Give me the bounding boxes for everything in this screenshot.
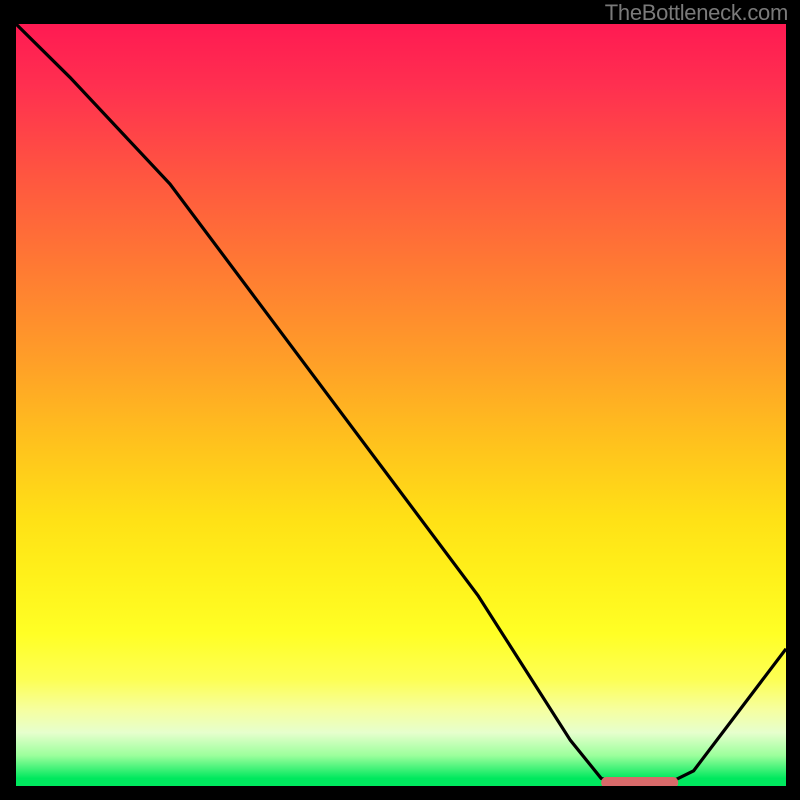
- curve-path: [16, 24, 786, 786]
- plot-area: [16, 24, 786, 786]
- watermark-text: TheBottleneck.com: [605, 0, 788, 26]
- chart-svg: [16, 24, 786, 786]
- optimal-marker: [601, 777, 678, 786]
- chart-container: TheBottleneck.com: [0, 0, 800, 800]
